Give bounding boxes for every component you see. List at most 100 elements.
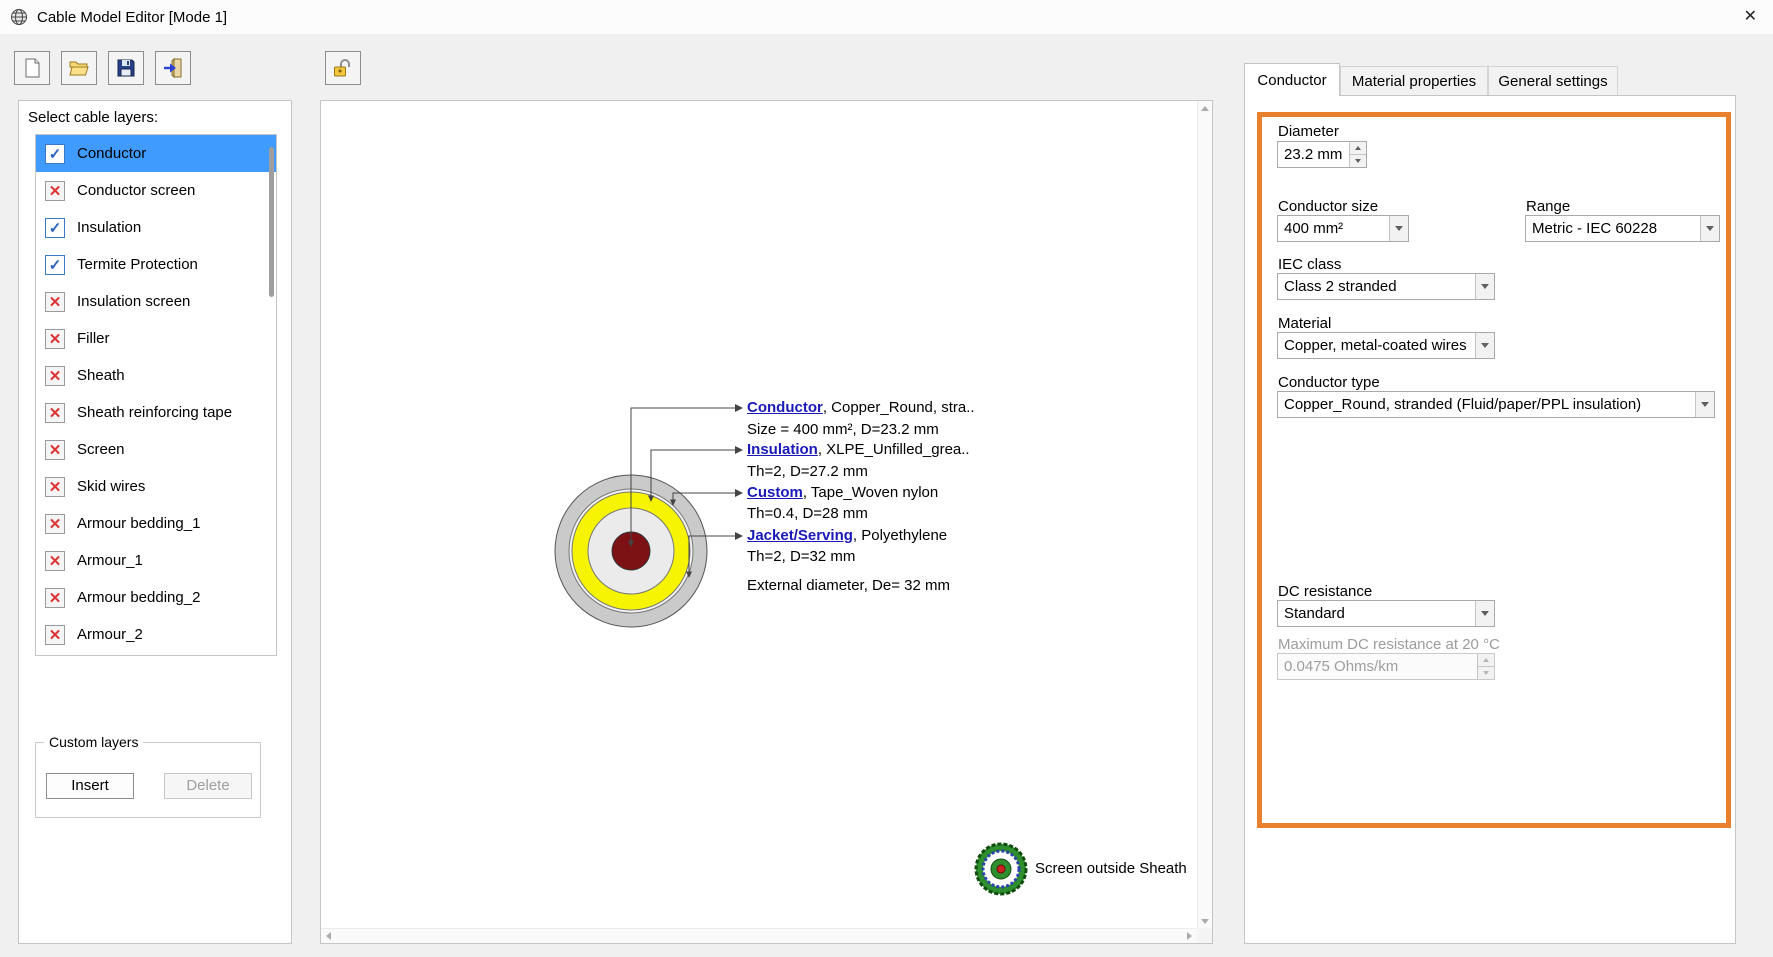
open-button[interactable] [61, 51, 97, 85]
layer-label: Armour bedding_1 [77, 515, 200, 532]
jacket-layer [555, 475, 707, 627]
spin-down-icon [1478, 666, 1494, 679]
callout-insulation-link[interactable]: Insulation [747, 441, 818, 458]
list-scrollbar-thumb[interactable] [269, 147, 274, 297]
layer-label: Armour bedding_2 [77, 589, 200, 606]
callout-custom-link[interactable]: Custom [747, 484, 803, 501]
callout-jacket: Jacket/Serving, Polyethylene [747, 526, 947, 546]
spin-up-icon[interactable] [1350, 142, 1366, 154]
layer-checkbox[interactable] [45, 255, 65, 275]
callout-conductor-detail: Size = 400 mm², D=23.2 mm [747, 420, 939, 440]
layer-checkbox[interactable] [45, 218, 65, 238]
layer-checkbox[interactable] [45, 551, 65, 571]
conductor-type-select[interactable]: Copper_Round, stranded (Fluid/paper/PPL … [1277, 391, 1715, 418]
callout-jacket-link[interactable]: Jacket/Serving [747, 527, 853, 544]
chevron-down-icon[interactable] [1695, 392, 1714, 417]
layer-label: Sheath [77, 367, 125, 384]
layer-checkbox[interactable] [45, 625, 65, 645]
tab-material-properties[interactable]: Material properties [1340, 66, 1488, 96]
exit-icon [162, 57, 184, 79]
range-label: Range [1526, 198, 1570, 215]
custom-tape-layer [569, 489, 693, 613]
diameter-spinner[interactable] [1349, 142, 1366, 167]
diameter-input[interactable]: 23.2 mm [1277, 141, 1367, 168]
callout-custom: Custom, Tape_Woven nylon [747, 483, 938, 503]
dc-resistance-select[interactable]: Standard [1277, 600, 1495, 627]
layer-row[interactable]: Insulation screen [36, 283, 276, 320]
layer-row[interactable]: Armour_1 [36, 542, 276, 579]
material-select[interactable]: Copper, metal-coated wires [1277, 332, 1495, 359]
insert-button[interactable]: Insert [46, 773, 134, 799]
chevron-down-icon[interactable] [1475, 333, 1494, 358]
callout-conductor: Conductor, Copper_Round, stra.. [747, 398, 975, 418]
scroll-up-icon[interactable] [1201, 106, 1209, 111]
diameter-label: Diameter [1278, 123, 1339, 140]
layer-row[interactable]: Armour bedding_2 [36, 579, 276, 616]
layer-label: Insulation screen [77, 293, 190, 310]
canvas-horizontal-scrollbar[interactable] [321, 928, 1197, 943]
app-icon [10, 8, 28, 26]
callout-conductor-rest: , Copper_Round, stra.. [823, 399, 975, 416]
layer-row[interactable]: Filler [36, 320, 276, 357]
layer-row[interactable]: Conductor screen [36, 172, 276, 209]
layer-label: Skid wires [77, 478, 145, 495]
max-dc-resistance-spinner [1477, 654, 1494, 679]
scroll-left-icon[interactable] [326, 932, 331, 940]
layer-row[interactable]: Conductor [36, 135, 276, 172]
unlock-button[interactable] [325, 51, 361, 85]
scroll-down-icon[interactable] [1201, 919, 1209, 924]
layers-list: Conductor Conductor screen Insulation Te… [35, 134, 277, 656]
chevron-down-icon[interactable] [1700, 216, 1719, 241]
tab-general-settings[interactable]: General settings [1488, 66, 1618, 96]
layer-row[interactable]: Insulation [36, 209, 276, 246]
layer-checkbox[interactable] [45, 477, 65, 497]
layer-checkbox[interactable] [45, 403, 65, 423]
layer-checkbox[interactable] [45, 329, 65, 349]
open-folder-icon [68, 57, 90, 79]
layer-checkbox[interactable] [45, 588, 65, 608]
spin-down-icon[interactable] [1350, 154, 1366, 167]
new-button[interactable] [14, 51, 50, 85]
chevron-down-icon[interactable] [1389, 216, 1408, 241]
exit-button[interactable] [155, 51, 191, 85]
layer-row[interactable]: Termite Protection [36, 246, 276, 283]
properties-panel: Diameter 23.2 mm Conductor size 400 mm² … [1244, 95, 1736, 944]
callout-conductor-link[interactable]: Conductor [747, 399, 823, 416]
screen-outside-sheath-icon [973, 841, 1029, 897]
layer-checkbox[interactable] [45, 440, 65, 460]
layer-row[interactable]: Armour bedding_1 [36, 505, 276, 542]
layer-checkbox[interactable] [45, 366, 65, 386]
unlock-icon [332, 57, 354, 79]
save-button[interactable] [108, 51, 144, 85]
layer-checkbox[interactable] [45, 514, 65, 534]
canvas-vertical-scrollbar[interactable] [1197, 101, 1212, 929]
close-button[interactable]: ✕ [1744, 8, 1757, 26]
tab-conductor[interactable]: Conductor [1244, 63, 1340, 96]
conductor-size-select[interactable]: 400 mm² [1277, 215, 1409, 242]
diagram-canvas: Conductor, Copper_Round, stra.. Size = 4… [320, 100, 1213, 944]
delete-button[interactable]: Delete [164, 773, 252, 799]
callout-jacket-detail: Th=2, D=32 mm [747, 547, 855, 567]
layer-checkbox[interactable] [45, 181, 65, 201]
layer-row[interactable]: Sheath reinforcing tape [36, 394, 276, 431]
chevron-down-icon[interactable] [1475, 274, 1494, 299]
external-diameter-label: External diameter, De= 32 mm [747, 576, 950, 596]
custom-layers-title: Custom layers [44, 734, 143, 750]
layer-checkbox[interactable] [45, 292, 65, 312]
diameter-value[interactable]: 23.2 mm [1278, 142, 1349, 167]
layer-row[interactable]: Sheath [36, 357, 276, 394]
dc-resistance-label: DC resistance [1278, 583, 1372, 600]
max-dc-resistance-label: Maximum DC resistance at 20 °C [1278, 636, 1500, 653]
layer-row[interactable]: Skid wires [36, 468, 276, 505]
layer-checkbox[interactable] [45, 144, 65, 164]
range-select[interactable]: Metric - IEC 60228 [1525, 215, 1720, 242]
spin-up-icon [1478, 654, 1494, 666]
conductor-size-label: Conductor size [1278, 198, 1378, 215]
conductor-layer [612, 532, 650, 570]
scroll-right-icon[interactable] [1187, 932, 1192, 940]
layer-row[interactable]: Armour_2 [36, 616, 276, 653]
layer-row[interactable]: Screen [36, 431, 276, 468]
chevron-down-icon[interactable] [1475, 601, 1494, 626]
screen-outside-sheath-label: Screen outside Sheath [1035, 860, 1187, 877]
iec-class-select[interactable]: Class 2 stranded [1277, 273, 1495, 300]
